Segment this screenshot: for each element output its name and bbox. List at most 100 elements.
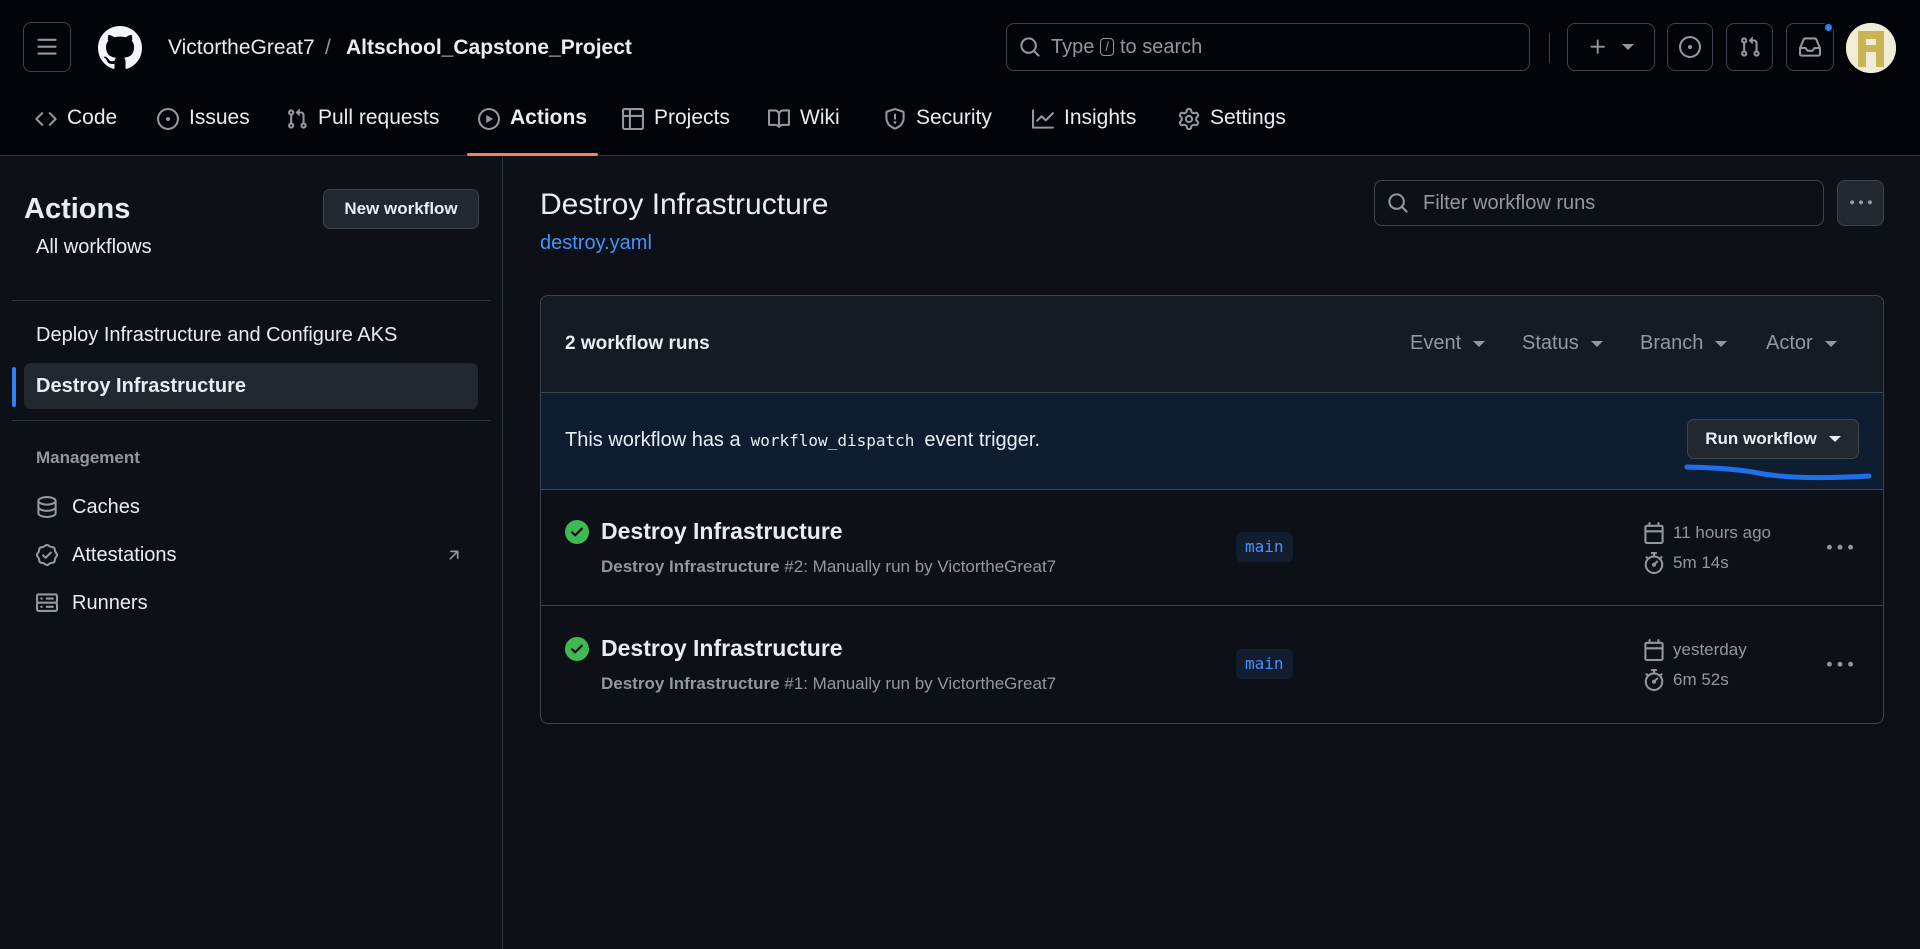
kebab-horizontal-icon[interactable] (1827, 652, 1853, 678)
run-subtitle: Destroy Infrastructure #2: Manually run … (601, 557, 1056, 577)
filter-workflow-runs-input[interactable]: Filter workflow runs (1374, 180, 1824, 226)
tab-pull-requests-label: Pull requests (318, 106, 440, 129)
check-circle-fill-icon (565, 637, 589, 661)
dispatch-event-code: workflow_dispatch (750, 431, 915, 450)
branch-filter-label: Branch (1640, 332, 1704, 354)
calendar-icon (1644, 522, 1664, 544)
run-duration-value: 6m 52s (1673, 670, 1729, 689)
dispatch-message: This workflow has a workflow_dispatch ev… (565, 429, 1040, 452)
sidebar-item-deploy-infrastructure[interactable]: Deploy Infrastructure and Configure AKS (24, 312, 478, 358)
gear-icon (1178, 108, 1200, 130)
branch-filter-dropdown[interactable]: Branch (1640, 332, 1728, 355)
tab-settings[interactable]: Settings (1178, 98, 1286, 156)
run-workflow-button[interactable]: Run workflow (1687, 419, 1859, 459)
run-workflow-label: Run workflow (1705, 429, 1817, 448)
run-title[interactable]: Destroy Infrastructure (601, 635, 843, 662)
search-placeholder: Type / to search (1051, 36, 1202, 59)
run-detail: #1: Manually run by VictortheGreat7 (784, 674, 1057, 693)
create-new-button[interactable] (1567, 23, 1655, 71)
tab-insights-label: Insights (1064, 106, 1137, 129)
runs-count: 2 workflow runs (565, 333, 710, 354)
new-workflow-button[interactable]: New workflow (323, 189, 479, 229)
tab-security-label: Security (916, 106, 992, 129)
sidebar-item-attestations[interactable]: Attestations (24, 533, 478, 577)
tab-security[interactable]: Security (884, 98, 992, 156)
active-tab-indicator (467, 153, 598, 156)
tab-projects[interactable]: Projects (622, 98, 730, 156)
issue-opened-icon (157, 108, 179, 130)
page-title: Destroy Infrastructure (540, 188, 829, 221)
shield-icon (885, 108, 905, 130)
your-pull-requests-button[interactable] (1726, 23, 1773, 71)
tab-settings-label: Settings (1210, 106, 1286, 129)
search-icon (1388, 193, 1408, 213)
search-prefix: Type (1051, 35, 1095, 58)
tab-insights[interactable]: Insights (1032, 98, 1136, 156)
breadcrumb-owner[interactable]: VictortheGreat7 (168, 34, 315, 62)
branch-badge[interactable]: main (1236, 532, 1293, 562)
chevron-down-icon (1824, 340, 1837, 347)
filter-placeholder: Filter workflow runs (1423, 191, 1596, 214)
tab-issues-label: Issues (189, 106, 250, 129)
search-shortcut-key: / (1100, 38, 1114, 56)
search-input[interactable]: Type / to search (1006, 23, 1530, 71)
run-when: yesterday (1673, 640, 1747, 659)
run-when: 11 hours ago (1673, 523, 1771, 542)
kebab-horizontal-icon (1849, 200, 1872, 205)
branch-badge[interactable]: main (1236, 649, 1293, 679)
status-filter-dropdown[interactable]: Status (1522, 332, 1603, 355)
chevron-down-icon (1828, 436, 1841, 442)
run-time: yesterday (1643, 639, 1747, 661)
sidebar-item-runners[interactable]: Runners (24, 581, 478, 625)
book-icon (768, 109, 790, 128)
tab-pull-requests[interactable]: Pull requests (286, 98, 439, 156)
avatar[interactable] (1846, 23, 1896, 73)
dispatch-text-before: This workflow has a (565, 429, 741, 451)
hamburger-icon (37, 38, 57, 55)
repo-tabs: Code Issues Pull requests Actions Projec… (0, 98, 1920, 156)
issue-opened-icon (1679, 36, 1701, 58)
plus-icon (1590, 39, 1605, 54)
code-icon (35, 112, 57, 126)
workflow-file-link[interactable]: destroy.yaml (540, 232, 652, 255)
run-detail: #2: Manually run by VictortheGreat7 (784, 557, 1057, 576)
workflow-dispatch-banner: This workflow has a workflow_dispatch ev… (541, 393, 1883, 490)
your-issues-button[interactable] (1667, 23, 1713, 71)
inbox-icon (1799, 37, 1821, 57)
sidebar-item-all-workflows[interactable]: All workflows (24, 224, 478, 270)
github-logo-icon[interactable] (98, 26, 142, 70)
breadcrumb-repo[interactable]: Altschool_Capstone_Project (346, 34, 632, 62)
run-time: 11 hours ago (1643, 522, 1771, 544)
tab-code-label: Code (67, 106, 118, 129)
tab-actions[interactable]: Actions (478, 98, 587, 156)
run-title[interactable]: Destroy Infrastructure (601, 518, 843, 545)
runs-header: 2 workflow runs Event Status Branch Acto… (541, 296, 1883, 393)
tab-code[interactable]: Code (35, 98, 117, 156)
workflow-runs-box: 2 workflow runs Event Status Branch Acto… (540, 295, 1884, 724)
kebab-horizontal-icon[interactable] (1827, 535, 1853, 561)
sidebar-active-indicator (12, 367, 16, 407)
tab-wiki[interactable]: Wiki (768, 98, 840, 156)
run-duration: 6m 52s (1643, 669, 1729, 691)
status-filter-label: Status (1522, 332, 1579, 354)
verified-icon (36, 544, 58, 566)
sidebar-title: Actions (24, 193, 131, 225)
sidebar-divider (12, 420, 491, 421)
sidebar-item-caches-label: Caches (72, 495, 140, 518)
event-filter-dropdown[interactable]: Event (1410, 332, 1486, 355)
tab-issues[interactable]: Issues (157, 98, 250, 156)
workflow-menu-button[interactable] (1837, 180, 1884, 226)
workflow-run-row[interactable]: Destroy Infrastructure Destroy Infrastru… (541, 607, 1883, 723)
sidebar-item-destroy-infrastructure[interactable]: Destroy Infrastructure (24, 363, 478, 409)
external-link-arrow-icon (445, 546, 463, 564)
actor-filter-label: Actor (1766, 332, 1813, 354)
sidebar-item-caches[interactable]: Caches (24, 485, 478, 529)
tab-projects-label: Projects (654, 106, 730, 129)
actions-sidebar: Actions New workflow All workflows Deplo… (0, 157, 503, 949)
menu-button[interactable] (23, 22, 71, 72)
workflow-run-row[interactable]: Destroy Infrastructure Destroy Infrastru… (541, 490, 1883, 606)
database-icon (37, 496, 57, 518)
actor-filter-dropdown[interactable]: Actor (1766, 332, 1837, 355)
git-pull-request-icon (1740, 36, 1760, 57)
stopwatch-icon (1644, 552, 1664, 574)
